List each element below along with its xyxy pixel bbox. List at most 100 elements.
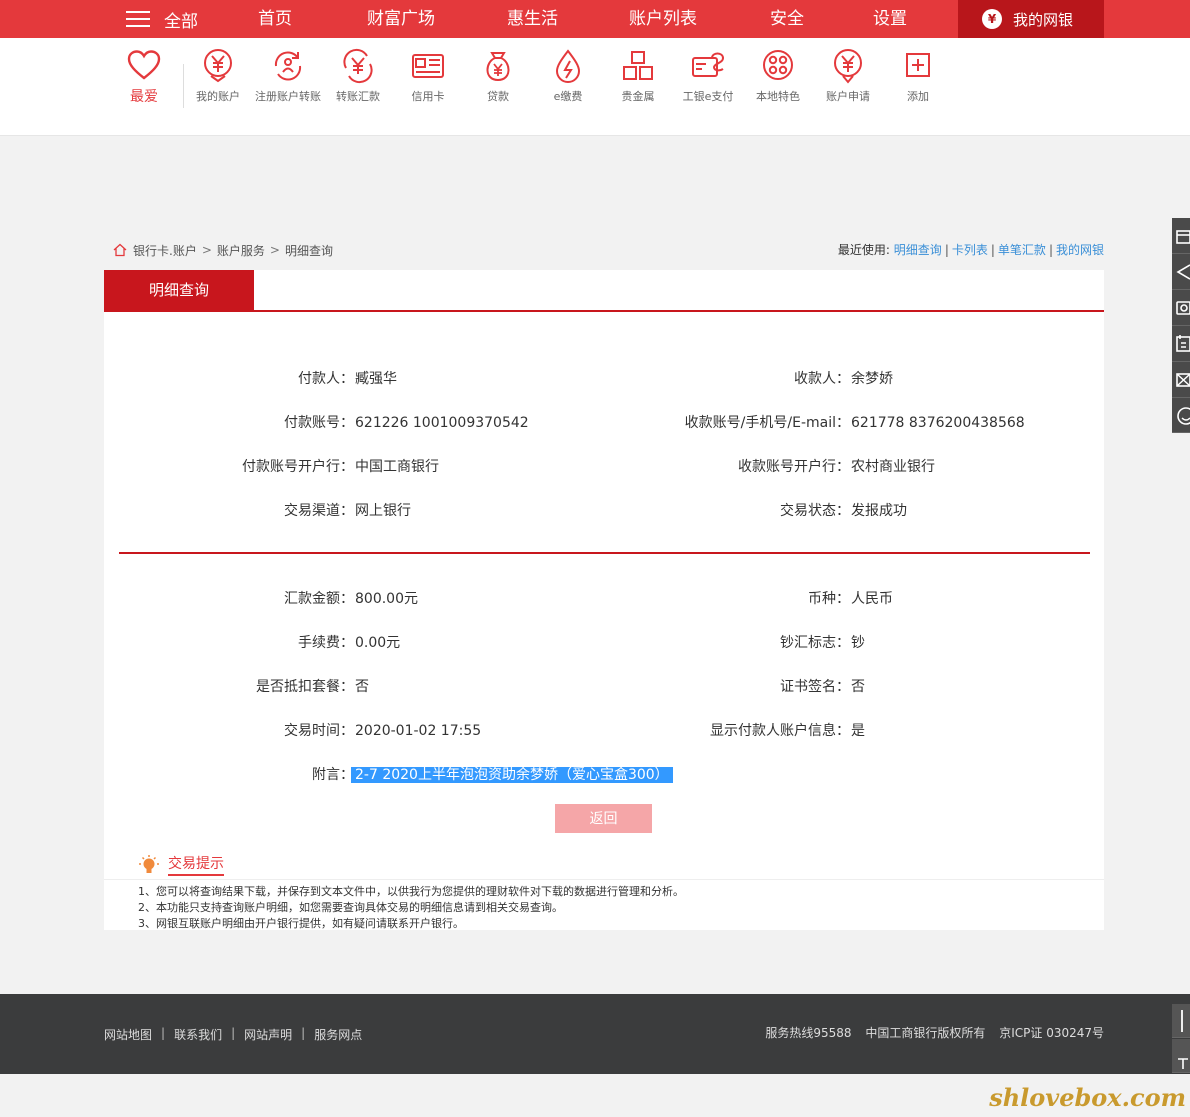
quick-precious-metal-label: 贵金属 [621, 90, 655, 103]
tips-title: 交易提示 [168, 854, 224, 876]
favorites-bar: 最爱 我的账户 注册账户转账 转账汇款 信用卡 贷款 e缴费 贵金属 工银e支付… [0, 38, 1190, 136]
nav-settings[interactable]: 设置 [873, 0, 907, 38]
payee-value: 余梦娇 [851, 371, 893, 387]
quick-my-account[interactable]: 我的账户 [183, 48, 253, 104]
memo-value-wrap[interactable]: 2-7 2020上半年泡泡资助余梦娇（爱心宝盒300） [351, 764, 673, 786]
quick-account-apply[interactable]: 账户申请 [813, 48, 883, 104]
apply-icon [834, 49, 862, 84]
quick-transfer[interactable]: 转账汇款 [323, 48, 393, 104]
yuan-coin-icon [204, 49, 232, 83]
nav-wealth-square[interactable]: 财富广场 [367, 0, 435, 38]
side-scroll-handle[interactable] [1172, 1004, 1190, 1038]
show-payer-label: 显示付款人账户信息： [710, 723, 850, 739]
all-menu-label: 全部 [164, 11, 198, 32]
memo-label: 附言： [312, 767, 354, 783]
quick-e-payment[interactable]: e缴费 [533, 48, 603, 104]
recent-used: 最近使用: 明细查询 | 卡列表 | 单笔汇款 | 我的网银 [837, 243, 1104, 257]
tips-divider [104, 879, 1104, 880]
quick-add-label: 添加 [907, 90, 929, 103]
recent-link-card-list[interactable]: 卡列表 [952, 243, 988, 257]
currency-row: 币种： [104, 588, 850, 610]
recent-used-label: 最近使用: [837, 243, 890, 257]
footer-info: 服务热线95588 中国工商银行版权所有 京ICP证 030247号 [755, 1024, 1104, 1041]
cert-sign-row: 证书签名： [104, 676, 850, 698]
recent-link-my-bank[interactable]: 我的网银 [1056, 243, 1104, 257]
show-payer-row: 显示付款人账户信息： [104, 720, 850, 742]
quick-credit-card[interactable]: 信用卡 [393, 48, 463, 104]
side-tool-send[interactable] [1172, 254, 1190, 290]
top-nav: 全部 首页 财富广场 惠生活 账户列表 安全 设置 ¥ 我的网银 [0, 0, 1190, 38]
quick-precious-metal[interactable]: 贵金属 [603, 48, 673, 104]
memo-row: 附言： [104, 764, 354, 786]
my-online-bank-button[interactable]: ¥ 我的网银 [958, 0, 1104, 38]
all-menu-button[interactable]: 全部 [126, 7, 198, 32]
payee-label: 收款人： [794, 371, 850, 387]
memo-value: 2-7 2020上半年泡泡资助余梦娇（爱心宝盒300） [351, 767, 673, 783]
nav-security[interactable]: 安全 [770, 0, 804, 38]
recent-link-single-remit[interactable]: 单笔汇款 [998, 243, 1046, 257]
quick-add[interactable]: 添加 [883, 48, 953, 104]
cert-sign-label: 证书签名： [780, 679, 850, 695]
tab-detail-query[interactable]: 明细查询 [104, 270, 254, 311]
nav-account-list[interactable]: 账户列表 [629, 0, 697, 38]
currency-value: 人民币 [851, 591, 893, 607]
cash-flag-row: 钞汇标志： [104, 632, 850, 654]
cash-flag-label: 钞汇标志： [780, 635, 850, 651]
footer-link-statement[interactable]: 网站声明 [244, 1026, 292, 1043]
footer-link-outlets[interactable]: 服务网点 [314, 1026, 362, 1043]
quick-icbc-e-pay[interactable]: 工银e支付 [673, 48, 743, 104]
quick-transfer-label: 转账汇款 [336, 90, 380, 103]
lightbulb-icon [139, 855, 159, 873]
scroll-handle-icon [1181, 1010, 1183, 1032]
nav-home[interactable]: 首页 [258, 0, 292, 38]
detail-panel: 明细查询 付款人： 臧强华 付款账号： 621226 1001009370542… [104, 270, 1104, 842]
side-tool-service[interactable] [1172, 398, 1190, 433]
service-icon [1177, 407, 1190, 425]
recent-link-detail-query[interactable]: 明细查询 [894, 243, 942, 257]
nav-life[interactable]: 惠生活 [507, 0, 558, 38]
breadcrumb-separator: > [269, 243, 280, 257]
quick-register-transfer[interactable]: 注册账户转账 [253, 48, 323, 104]
side-tool-gift[interactable] [1172, 218, 1190, 254]
tip-line-1: 1、您可以将查询结果下载，并保存到文本文件中，以供我行为您提供的理财软件对下载的… [138, 885, 684, 898]
footer: 网站地图 | 联系我们 | 网站声明 | 服务网点 服务热线95588 中国工商银行版… [0, 994, 1190, 1074]
payee-account-label: 收款账号/手机号/E-mail： [684, 415, 850, 431]
quick-icbc-e-pay-label: 工银e支付 [682, 90, 734, 103]
footer-hotline: 服务热线95588 [765, 1026, 852, 1040]
back-button[interactable]: 返回 [555, 804, 652, 833]
quick-loan-label: 贷款 [487, 90, 509, 103]
watermark: shlovebox.com [989, 1083, 1186, 1112]
favorites-heart[interactable]: 最爱 [126, 50, 162, 106]
breadcrumb-item-card-account[interactable]: 银行卡.账户 [133, 242, 197, 259]
quick-e-payment-label: e缴费 [553, 90, 583, 103]
back-to-top-button[interactable] [1172, 1039, 1190, 1073]
footer-link-sitemap[interactable]: 网站地图 [104, 1026, 152, 1043]
e-pay-icon [692, 52, 725, 77]
tab-bar: 明细查询 [104, 270, 1104, 312]
my-online-bank-label: 我的网银 [1013, 10, 1074, 29]
transfer-icon [343, 48, 373, 84]
footer-link-contact[interactable]: 联系我们 [174, 1026, 222, 1043]
quick-local-feature-label: 本地特色 [756, 90, 800, 103]
status-label: 交易状态： [780, 503, 850, 519]
payee-bank-label: 收款账号开户行： [738, 459, 850, 475]
side-tool-camera[interactable] [1172, 290, 1190, 326]
send-icon [1176, 264, 1190, 280]
side-tool-calendar[interactable] [1172, 326, 1190, 362]
breadcrumb-item-detail-query: 明细查询 [284, 243, 333, 258]
transaction-tips: 交易提示 1、您可以将查询结果下载，并保存到文本文件中，以供我行为您提供的理财软… [104, 842, 1104, 930]
status-row: 交易状态： [104, 500, 850, 522]
calendar-icon [1176, 335, 1190, 352]
breadcrumb-item-account-service[interactable]: 账户服务 [217, 242, 265, 259]
footer-icp: 京ICP证 030247号 [999, 1026, 1104, 1040]
quick-loan[interactable]: 贷款 [463, 48, 533, 104]
status-value: 发报成功 [851, 503, 907, 519]
currency-label: 币种： [808, 591, 850, 607]
cash-flag-value: 钞 [851, 635, 865, 651]
loan-bag-icon [486, 52, 510, 82]
quick-local-feature[interactable]: 本地特色 [743, 48, 813, 104]
tips-header: 交易提示 [138, 854, 224, 876]
register-transfer-icon [274, 51, 302, 81]
side-tool-mail[interactable] [1172, 362, 1190, 398]
credit-card-icon [412, 54, 444, 78]
